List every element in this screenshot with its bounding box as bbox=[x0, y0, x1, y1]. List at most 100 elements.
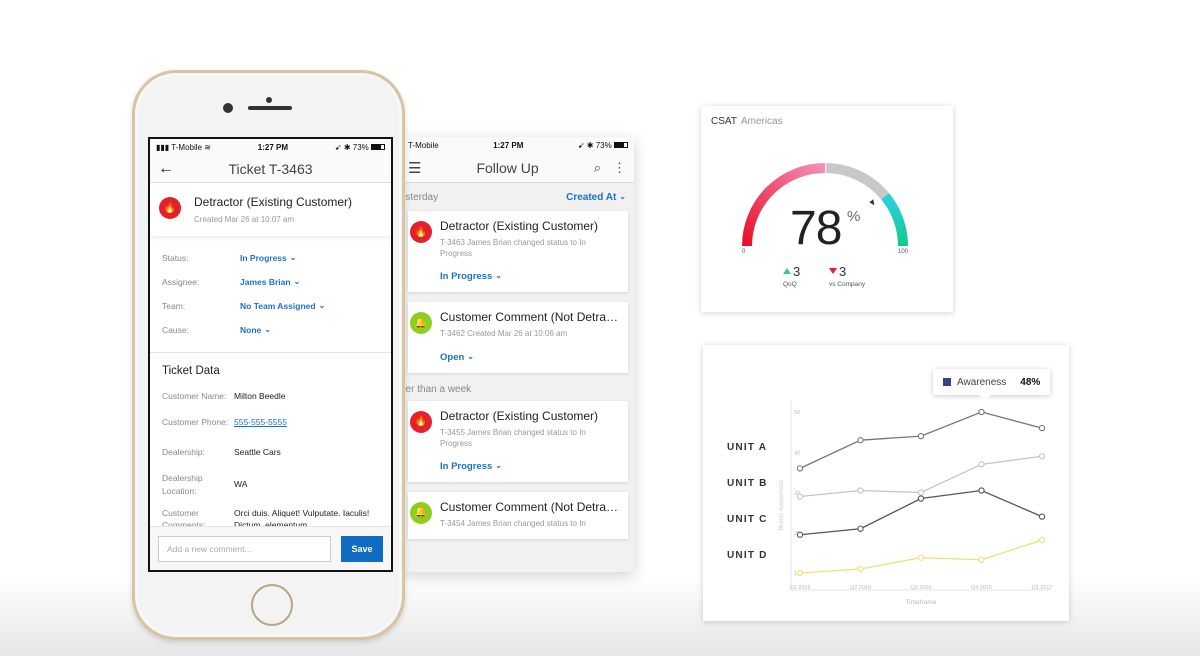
team-field: Team: No Team Assigned ⌄ bbox=[150, 294, 391, 318]
chevron-down-icon: ⌄ bbox=[467, 351, 474, 361]
menu-icon[interactable]: ☰ bbox=[408, 159, 421, 177]
status-bar: ▮▮▮ T-Mobile ≋ 1:27 PM ➹ ✱ 73% bbox=[150, 139, 391, 155]
chevron-down-icon: ⌄ bbox=[289, 253, 297, 262]
data-point[interactable] bbox=[857, 565, 864, 573]
carrier-label: ▮▮▮ T-Mobile ≋ bbox=[156, 142, 211, 152]
bell-icon: 🔔 bbox=[410, 501, 432, 524]
team-dropdown[interactable]: No Team Assigned ⌄ bbox=[240, 301, 325, 311]
gauge-segment-mid bbox=[825, 163, 889, 200]
data-point[interactable] bbox=[978, 408, 985, 416]
gauge-max-label: 100 bbox=[898, 249, 909, 255]
assignee-field: Assignee: James Brian ⌄ bbox=[150, 270, 391, 294]
gauge-marker bbox=[869, 199, 875, 206]
series-line-unit-a bbox=[799, 411, 1043, 469]
status-dropdown[interactable]: In Progress ⌄ bbox=[440, 271, 620, 282]
battery-indicator: ➹ ✱ 73% bbox=[578, 141, 628, 150]
qoq-delta: 3 bbox=[783, 264, 800, 279]
clock: 1:27 PM bbox=[257, 142, 289, 152]
item-title: Customer Comment (Not Detrac... bbox=[440, 499, 620, 514]
page-title: Follow Up bbox=[476, 159, 539, 176]
data-point[interactable] bbox=[857, 487, 864, 494]
field-value: Milton Beedle bbox=[234, 391, 286, 401]
item-title: Customer Comment (Not Detrac... bbox=[440, 310, 620, 325]
tooltip-value: 48% bbox=[1020, 376, 1041, 388]
chevron-down-icon: ⌄ bbox=[264, 325, 271, 334]
item-subtitle: T-3463 James Brian changed status to In … bbox=[440, 238, 586, 259]
list-item[interactable]: 🔔 Customer Comment (Not Detrac... T-3454… bbox=[408, 491, 628, 540]
field-label: Dealership: bbox=[162, 447, 205, 458]
qoq-label: QoQ bbox=[783, 281, 797, 288]
data-point[interactable] bbox=[796, 465, 804, 472]
x-tick-label: Q4 2016 bbox=[971, 585, 992, 591]
gauge-segment-high bbox=[881, 193, 908, 247]
data-point[interactable] bbox=[917, 554, 925, 561]
cause-field: Cause: None ⌄ bbox=[150, 318, 391, 342]
customer-name-row: Customer Name: Milton Beedle bbox=[150, 385, 391, 407]
arrow-up-icon bbox=[783, 268, 791, 274]
list-item[interactable]: 🔔 Customer Comment (Not Detrac... T-3462… bbox=[408, 302, 628, 373]
chart-tooltip: Awareness 48% bbox=[933, 369, 1051, 401]
data-point[interactable] bbox=[917, 489, 925, 496]
data-point[interactable] bbox=[857, 437, 864, 444]
data-point[interactable] bbox=[796, 493, 804, 500]
clock: 1:27 PM bbox=[493, 140, 524, 150]
location-icon: ➹ bbox=[577, 140, 585, 150]
brand-awareness-chart-card: UNIT A UNIT B UNIT C UNIT D 1020304050Q1… bbox=[703, 345, 1069, 621]
field-label: Customer Phone: bbox=[162, 417, 229, 428]
y-axis-label: Brand Awareness bbox=[778, 479, 785, 531]
data-point[interactable] bbox=[857, 525, 864, 532]
bell-icon: 🔔 bbox=[410, 312, 432, 335]
ticket-app-bar: ← Ticket T-3463 bbox=[150, 155, 391, 183]
list-item[interactable]: 🔥 Detractor (Existing Customer) T-3463 J… bbox=[408, 211, 628, 293]
field-label: Assignee: bbox=[162, 277, 200, 287]
comment-input[interactable] bbox=[158, 535, 331, 562]
sort-dropdown[interactable]: Created At ⌄ bbox=[566, 192, 626, 203]
wifi-icon: ≋ bbox=[204, 142, 211, 152]
vs-company-delta: 3 bbox=[829, 264, 846, 279]
data-point[interactable] bbox=[917, 495, 925, 502]
ticket-data-heading: Ticket Data bbox=[162, 365, 220, 377]
data-point[interactable] bbox=[978, 461, 985, 468]
ticket-title: Detractor (Existing Customer) bbox=[194, 195, 353, 209]
phone-link[interactable]: 555-555-5555 bbox=[234, 416, 379, 428]
save-button[interactable]: Save bbox=[341, 535, 383, 562]
x-tick-label: Q3 2016 bbox=[910, 585, 931, 591]
dealership-location-row: Dealership Location: WA bbox=[150, 467, 391, 502]
data-point[interactable] bbox=[796, 531, 804, 538]
vs-company-label: vs Company bbox=[829, 281, 866, 288]
csat-value: 78 bbox=[790, 202, 842, 255]
field-label: Cause: bbox=[162, 325, 189, 335]
data-point[interactable] bbox=[978, 487, 985, 494]
data-point[interactable] bbox=[1038, 513, 1046, 520]
bluetooth-icon: ✱ bbox=[343, 142, 351, 152]
chevron-down-icon: ⌄ bbox=[619, 191, 626, 201]
status-dropdown[interactable]: Open ⌄ bbox=[440, 352, 620, 363]
status-dropdown[interactable]: In Progress ⌄ bbox=[240, 253, 296, 263]
item-title: Detractor (Existing Customer) bbox=[440, 408, 599, 423]
chevron-down-icon: ⌄ bbox=[318, 301, 326, 310]
list-item[interactable]: 🔥 Detractor (Existing Customer) T-3455 J… bbox=[408, 400, 628, 482]
arrow-down-icon bbox=[829, 268, 837, 274]
section-label: Older than a week bbox=[402, 384, 472, 396]
data-point[interactable] bbox=[796, 569, 804, 577]
battery-icon bbox=[613, 142, 628, 149]
data-point[interactable] bbox=[917, 433, 925, 440]
data-point[interactable] bbox=[1038, 424, 1046, 432]
data-point[interactable] bbox=[1038, 453, 1046, 460]
item-subtitle: T-3454 James Brian changed status to In bbox=[440, 518, 586, 528]
y-tick-label: 50 bbox=[794, 410, 800, 416]
field-label: Team: bbox=[162, 301, 186, 311]
assignee-dropdown[interactable]: James Brian ⌄ bbox=[240, 277, 300, 287]
search-icon[interactable]: ⌕ bbox=[594, 160, 601, 176]
data-point[interactable] bbox=[978, 556, 985, 563]
csat-unit: % bbox=[847, 208, 861, 225]
home-button[interactable] bbox=[251, 584, 293, 626]
follow-up-screen: T-Mobile 1:27 PM ➹ ✱ 73% ☰ Follow Up ⌕ ⋮… bbox=[402, 137, 634, 572]
more-options-icon[interactable]: ⋮ bbox=[613, 160, 626, 176]
status-dropdown[interactable]: In Progress ⌄ bbox=[440, 461, 620, 472]
section-label: Yesterday bbox=[402, 191, 439, 203]
cause-dropdown[interactable]: None ⌄ bbox=[240, 325, 271, 335]
battery-indicator: ➹ ✱ 73% bbox=[335, 143, 385, 152]
back-arrow-icon[interactable]: ← bbox=[158, 160, 174, 178]
data-point[interactable] bbox=[1038, 536, 1046, 544]
